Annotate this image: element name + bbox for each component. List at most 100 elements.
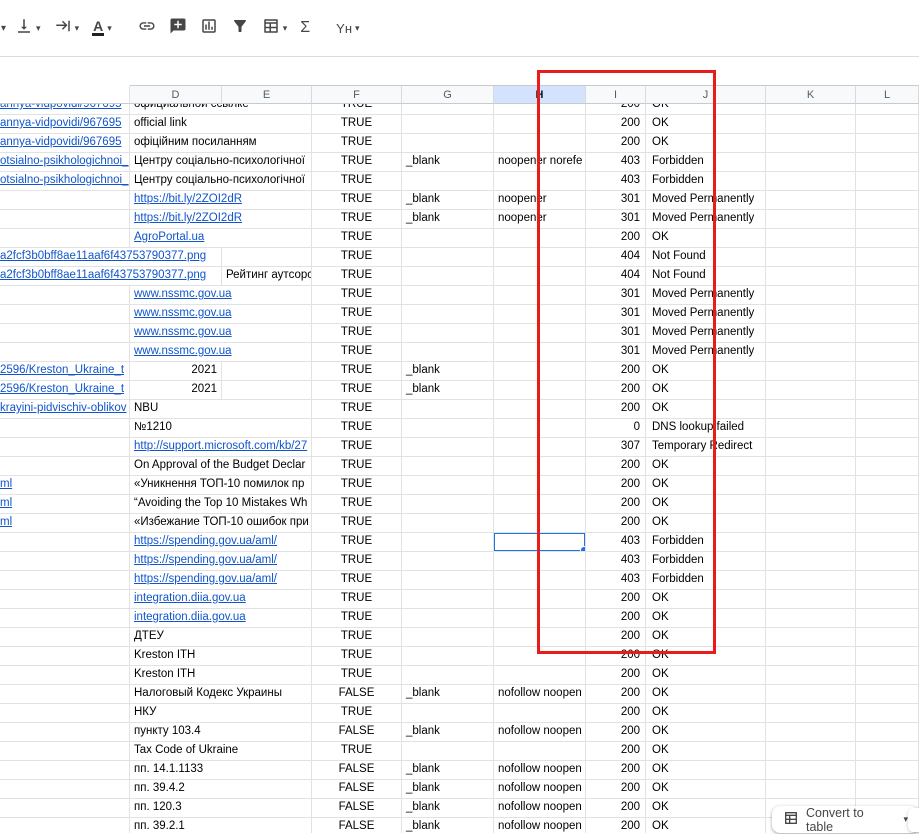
cell-link[interactable]: otsialno-psikhologichnoi_ — [0, 155, 129, 167]
cell-d[interactable]: «Избежание ТОП-10 ошибок при — [130, 514, 312, 533]
cell-f[interactable]: TRUE — [312, 552, 402, 571]
cell-i[interactable]: 301 — [586, 324, 646, 343]
cell-link[interactable]: http://support.microsoft.com/kb/27 — [134, 440, 307, 452]
cell-c[interactable] — [0, 799, 130, 818]
cell-j[interactable]: OK — [646, 476, 766, 495]
cell-d[interactable]: https://spending.gov.ua/aml/ — [130, 533, 312, 552]
insert-comment-button[interactable] — [164, 13, 192, 43]
cell-link[interactable]: www.nssmc.gov.ua — [134, 345, 232, 357]
cell-i[interactable]: 301 — [586, 343, 646, 362]
cell-j[interactable]: OK — [646, 647, 766, 666]
cell-k[interactable] — [766, 514, 856, 533]
cell-g[interactable]: _blank — [402, 799, 494, 818]
cell-j[interactable]: Forbidden — [646, 153, 766, 172]
cell-k[interactable] — [766, 324, 856, 343]
cell-d[interactable]: Налоговый Кодекс Украины — [130, 685, 312, 704]
cell-k[interactable] — [766, 305, 856, 324]
cell-k[interactable] — [766, 381, 856, 400]
cell-k[interactable] — [766, 571, 856, 590]
cell-g[interactable] — [402, 286, 494, 305]
cell-h[interactable] — [494, 134, 586, 153]
cell-d[interactable]: www.nssmc.gov.ua — [130, 324, 312, 343]
cell-g[interactable]: _blank — [402, 761, 494, 780]
cell-i[interactable]: 403 — [586, 153, 646, 172]
cell-l[interactable] — [856, 343, 919, 362]
cell-f[interactable]: TRUE — [312, 590, 402, 609]
cell-f[interactable]: TRUE — [312, 115, 402, 134]
cell-link[interactable]: 2596/Kreston_Ukraine_t — [0, 364, 124, 376]
cell-c[interactable] — [0, 723, 130, 742]
cell-l[interactable] — [856, 362, 919, 381]
cell-h[interactable] — [494, 628, 586, 647]
cell-j[interactable]: DNS lookup failed — [646, 419, 766, 438]
cell-d[interactable]: Центру соціально-психологічної — [130, 172, 312, 191]
cell-j[interactable]: OK — [646, 457, 766, 476]
cell-c[interactable]: ml — [0, 495, 130, 514]
cell-h[interactable] — [494, 533, 586, 552]
cell-j[interactable]: Moved Permanently — [646, 305, 766, 324]
cell-j[interactable]: OK — [646, 780, 766, 799]
cell-h[interactable] — [494, 590, 586, 609]
cell-l[interactable] — [856, 495, 919, 514]
cell-d[interactable]: официальной ссылке — [130, 104, 312, 115]
cell-c[interactable] — [0, 457, 130, 476]
cell-link[interactable]: otsialno-psikhologichnoi_ — [0, 174, 129, 186]
cell-j[interactable]: Moved Permanently — [646, 191, 766, 210]
cell-g[interactable] — [402, 742, 494, 761]
cell-h[interactable]: nofollow noopen — [494, 818, 586, 833]
cell-h[interactable]: nofollow noopen — [494, 723, 586, 742]
cell-i[interactable]: 200 — [586, 104, 646, 115]
cell-d[interactable]: Центру соціально-психологічної — [130, 153, 312, 172]
cell-d[interactable]: “Avoiding the Top 10 Mistakes Wh — [130, 495, 312, 514]
cell-f[interactable]: TRUE — [312, 742, 402, 761]
cell-k[interactable] — [766, 400, 856, 419]
cell-h[interactable] — [494, 666, 586, 685]
cell-l[interactable] — [856, 324, 919, 343]
cell-j[interactable]: OK — [646, 400, 766, 419]
cell-g[interactable] — [402, 248, 494, 267]
cell-c[interactable] — [0, 609, 130, 628]
cell-f[interactable]: TRUE — [312, 419, 402, 438]
cell-c[interactable] — [0, 628, 130, 647]
cell-c[interactable] — [0, 533, 130, 552]
cell-link[interactable]: a2fcf3b0bff8ae11aaf6f43753790377.png — [0, 269, 206, 281]
cell-l[interactable] — [856, 647, 919, 666]
cell-l[interactable] — [856, 267, 919, 286]
cell-h[interactable] — [494, 742, 586, 761]
cell-link[interactable]: https://spending.gov.ua/aml/ — [134, 573, 277, 585]
cell-f[interactable]: TRUE — [312, 438, 402, 457]
cell-l[interactable] — [856, 476, 919, 495]
cell-g[interactable] — [402, 172, 494, 191]
cell-l[interactable] — [856, 704, 919, 723]
cell-f[interactable]: TRUE — [312, 628, 402, 647]
cell-c[interactable]: annya-vidpovidi/967695 — [0, 104, 130, 115]
cell-d[interactable]: http://support.microsoft.com/kb/27 — [130, 438, 312, 457]
cell-d[interactable]: AgroPortal.ua — [130, 229, 312, 248]
cell-d[interactable]: №1210 — [130, 419, 312, 438]
cell-g[interactable]: _blank — [402, 723, 494, 742]
cell-i[interactable]: 200 — [586, 381, 646, 400]
cell-f[interactable]: TRUE — [312, 400, 402, 419]
cell-d[interactable]: НКУ — [130, 704, 312, 723]
cell-e[interactable] — [222, 381, 312, 400]
cell-g[interactable] — [402, 571, 494, 590]
cell-i[interactable]: 403 — [586, 533, 646, 552]
cell-c[interactable]: annya-vidpovidi/967695 — [0, 115, 130, 134]
cell-i[interactable]: 200 — [586, 799, 646, 818]
cell-k[interactable] — [766, 210, 856, 229]
cell-j[interactable]: Moved Permanently — [646, 210, 766, 229]
cell-i[interactable]: 200 — [586, 818, 646, 833]
cell-h[interactable] — [494, 419, 586, 438]
cell-c[interactable] — [0, 552, 130, 571]
cell-k[interactable] — [766, 248, 856, 267]
cell-link[interactable]: https://bit.ly/2ZOI2dR — [134, 193, 242, 205]
cell-k[interactable] — [766, 533, 856, 552]
cell-link[interactable]: www.nssmc.gov.ua — [134, 307, 232, 319]
cell-c[interactable] — [0, 286, 130, 305]
cell-i[interactable]: 200 — [586, 647, 646, 666]
cell-g[interactable] — [402, 305, 494, 324]
cell-g[interactable] — [402, 666, 494, 685]
cell-i[interactable]: 301 — [586, 286, 646, 305]
cell-d[interactable]: пп. 39.2.1 — [130, 818, 312, 833]
cell-l[interactable] — [856, 153, 919, 172]
